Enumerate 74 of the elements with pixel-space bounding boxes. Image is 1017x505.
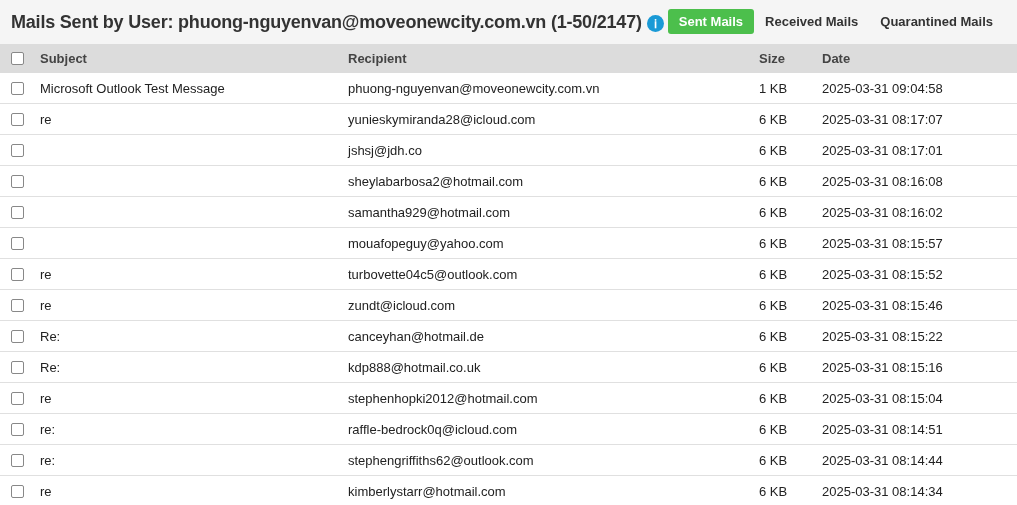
subject-cell: re:	[40, 421, 56, 437]
date-cell: 2025-03-31 08:15:57	[822, 235, 943, 251]
row-checkbox[interactable]	[11, 143, 24, 157]
size-cell: 6 KB	[759, 421, 788, 437]
subject-cell: Re:	[40, 328, 61, 344]
row-checkbox[interactable]	[11, 484, 24, 498]
size-cell: 6 KB	[759, 111, 788, 127]
recipient-cell: sheylabarbosa2@hotmail.com	[348, 173, 524, 189]
tab[interactable]: Quarantined Mails	[869, 8, 1004, 34]
size-cell: 1 KB	[759, 80, 788, 96]
size-cell: 6 KB	[759, 142, 788, 158]
size-cell: 6 KB	[759, 204, 788, 220]
subject-cell: re	[40, 390, 52, 406]
column-header: Size	[759, 51, 785, 66]
subject-cell: re	[40, 483, 52, 499]
row-checkbox[interactable]	[11, 81, 24, 95]
recipient-cell: zundt@icloud.com	[348, 297, 456, 313]
recipient-cell: mouafopeguy@yahoo.com	[348, 235, 504, 251]
recipient-cell: stephenhopki2012@hotmail.com	[348, 390, 538, 406]
page-title: Mails Sent by User: phuong-nguyenvan@moveonewcity.com.vn (1-50/2147)	[11, 11, 642, 33]
subject-cell: re	[40, 266, 52, 282]
date-cell: 2025-03-31 08:15:52	[822, 266, 943, 282]
row-checkbox[interactable]	[11, 174, 24, 188]
row-checkbox[interactable]	[11, 391, 24, 405]
date-cell: 2025-03-31 08:15:22	[822, 328, 943, 344]
date-cell: 2025-03-31 09:04:58	[822, 80, 943, 96]
select-all-checkbox[interactable]	[11, 52, 24, 65]
tab[interactable]: Received Mails	[754, 8, 870, 34]
row-checkbox[interactable]	[11, 422, 24, 436]
row-checkbox[interactable]	[11, 298, 24, 312]
row-checkbox[interactable]	[11, 453, 24, 467]
recipient-cell: turbovette04c5@outlook.com	[348, 266, 518, 282]
subject-cell: re	[40, 111, 52, 127]
recipient-cell: kdp888@hotmail.co.uk	[348, 359, 481, 375]
recipient-cell: jshsj@jdh.co	[348, 142, 422, 158]
size-cell: 6 KB	[759, 297, 788, 313]
date-cell: 2025-03-31 08:14:44	[822, 452, 943, 468]
recipient-cell: canceyhan@hotmail.de	[348, 328, 485, 344]
row-checkbox[interactable]	[11, 267, 24, 281]
date-cell: 2025-03-31 08:14:34	[822, 483, 943, 499]
size-cell: 6 KB	[759, 390, 788, 406]
date-cell: 2025-03-31 08:14:51	[822, 421, 943, 437]
recipient-cell: stephengriffiths62@outlook.com	[348, 452, 534, 468]
size-cell: 6 KB	[759, 173, 788, 189]
date-cell: 2025-03-31 08:15:46	[822, 297, 943, 313]
column-header: Recipient	[348, 51, 407, 66]
recipient-cell: kimberlystarr@hotmail.com	[348, 483, 506, 499]
recipient-cell: raffle-bedrock0q@icloud.com	[348, 421, 518, 437]
date-cell: 2025-03-31 08:17:01	[822, 142, 943, 158]
column-header: Subject	[40, 51, 87, 66]
column-header: Date	[822, 51, 851, 66]
subject-cell: re:	[40, 452, 56, 468]
size-cell: 6 KB	[759, 483, 788, 499]
row-checkbox[interactable]	[11, 329, 24, 343]
row-checkbox[interactable]	[11, 236, 24, 250]
recipient-cell: phuong-nguyenvan@moveonewcity.com.vn	[348, 80, 600, 96]
recipient-cell: samantha929@hotmail.com	[348, 204, 511, 220]
size-cell: 6 KB	[759, 266, 788, 282]
date-cell: 2025-03-31 08:15:04	[822, 390, 943, 406]
size-cell: 6 KB	[759, 235, 788, 251]
subject-cell: re	[40, 297, 52, 313]
size-cell: 6 KB	[759, 452, 788, 468]
subject-cell: Microsoft Outlook Test Message	[40, 80, 225, 96]
date-cell: 2025-03-31 08:16:08	[822, 173, 943, 189]
recipient-cell: yunieskymiranda28@icloud.com	[348, 111, 536, 127]
row-checkbox[interactable]	[11, 360, 24, 374]
size-cell: 6 KB	[759, 359, 788, 375]
size-cell: 6 KB	[759, 328, 788, 344]
date-cell: 2025-03-31 08:16:02	[822, 204, 943, 220]
row-checkbox[interactable]	[11, 112, 24, 126]
date-cell: 2025-03-31 08:17:07	[822, 111, 943, 127]
subject-cell: Re:	[40, 359, 61, 375]
date-cell: 2025-03-31 08:15:16	[822, 359, 943, 375]
row-checkbox[interactable]	[11, 205, 24, 219]
